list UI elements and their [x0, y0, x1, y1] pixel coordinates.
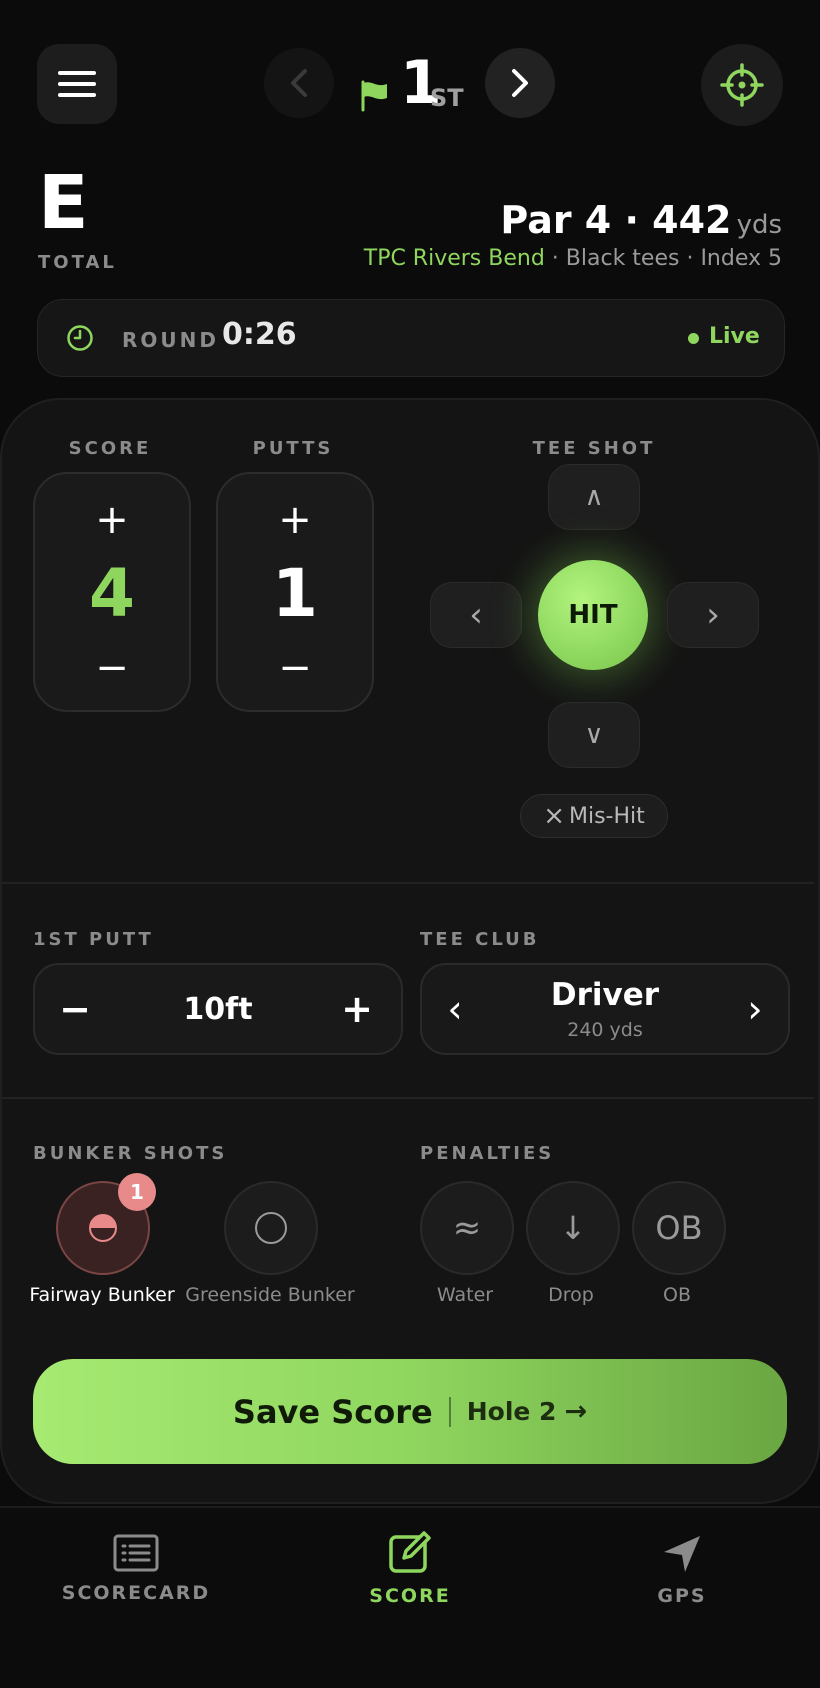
drop-arrow-icon: ↓ [559, 1209, 587, 1247]
putts-decrement-button[interactable]: − [218, 638, 372, 698]
water-penalty-label: Water [436, 1284, 494, 1306]
putts-label: PUTTS [252, 438, 334, 459]
tee-shot-hit-button[interactable]: HIT [538, 560, 648, 670]
tee-shot-long-button[interactable]: ∧ [548, 464, 640, 530]
course-details: · Black tees · Index 5 [544, 246, 782, 271]
nav-item-gps[interactable]: GPS [592, 1530, 772, 1610]
fairway-bunker-icon [89, 1214, 117, 1242]
first-putt-value: 10ft [183, 991, 253, 1027]
nav-item-score[interactable]: SCORE [320, 1530, 500, 1610]
tee-club-label: TEE CLUB [420, 929, 540, 950]
score-value: 4 [89, 554, 135, 632]
next-hole-button[interactable] [485, 48, 555, 118]
first-putt-decrement-button[interactable]: − [45, 965, 105, 1053]
round-time: 0:26 [222, 317, 297, 352]
putts-increment-button[interactable]: + [218, 490, 372, 550]
navigation-arrow-icon [664, 1536, 700, 1572]
fairway-bunker-label: Fairway Bunker [29, 1284, 175, 1306]
score-decrement-button[interactable]: − [35, 638, 189, 698]
first-putt-stepper: − 10ft + [33, 963, 403, 1055]
chevron-left-icon [291, 69, 307, 97]
score-increment-button[interactable]: + [35, 490, 189, 550]
course-info: TPC Rivers Bend · Black tees · Index 5 [364, 246, 782, 271]
score-stepper: + 4 − [33, 472, 191, 712]
clock-icon [67, 325, 93, 351]
nav-item-scorecard[interactable]: SCORECARD [46, 1530, 226, 1610]
putts-value: 1 [272, 554, 318, 632]
drop-penalty-label: Drop [548, 1284, 594, 1306]
tee-shot-short-button[interactable]: ∨ [548, 702, 640, 768]
nav-label-score: SCORE [369, 1585, 451, 1607]
section-divider [2, 882, 814, 884]
close-icon: × [543, 801, 565, 831]
penalties-label: PENALTIES [420, 1143, 555, 1164]
water-icon: ≈ [452, 1208, 482, 1248]
greenside-bunker-button[interactable] [224, 1181, 318, 1275]
edit-icon [389, 1531, 431, 1573]
scorecard-icon [113, 1534, 159, 1572]
yardage-unit: yds [736, 210, 782, 240]
round-label: ROUND [122, 328, 219, 352]
save-divider [448, 1396, 451, 1427]
chevron-right-icon [512, 69, 528, 97]
live-status: Live [709, 324, 760, 349]
save-score-label: Save Score [232, 1392, 433, 1431]
ob-icon: OB [655, 1209, 703, 1247]
bunker-shots-label: BUNKER SHOTS [33, 1143, 228, 1164]
crosshair-icon [720, 63, 764, 107]
first-putt-increment-button[interactable]: + [327, 965, 387, 1053]
fairway-bunker-count-badge: 1 [118, 1173, 156, 1211]
tee-club-selector: ‹ Driver 240 yds › [420, 963, 790, 1055]
hole-par-yardage: Par 4 · 442 yds [500, 198, 782, 242]
section-divider [2, 1097, 814, 1099]
round-timer-bar: ROUND 0:26 Live [37, 299, 785, 377]
score-label: SCORE [68, 438, 152, 459]
flag-icon [361, 80, 387, 112]
par-yardage: Par 4 · 442 [500, 198, 732, 242]
first-putt-label: 1ST PUTT [33, 929, 154, 950]
nav-label-gps: GPS [657, 1585, 707, 1607]
ob-penalty-label: OB [663, 1284, 691, 1306]
mishit-label: Mis-Hit [569, 803, 645, 829]
course-name[interactable]: TPC Rivers Bend [364, 246, 545, 271]
hole-suffix: ST [430, 84, 464, 112]
live-dot [688, 333, 699, 344]
mishit-button[interactable]: × Mis-Hit [520, 794, 668, 838]
tee-shot-label: TEE SHOT [532, 438, 656, 459]
greenside-bunker-icon [255, 1212, 287, 1244]
tee-shot-right-button[interactable]: › [667, 582, 759, 648]
next-hole-label: Hole 2 [466, 1397, 557, 1426]
drop-penalty-button[interactable]: ↓ [526, 1181, 620, 1275]
menu-button[interactable] [37, 44, 117, 124]
tee-club-prev-button[interactable]: ‹ [430, 965, 480, 1053]
water-penalty-button[interactable]: ≈ [420, 1181, 514, 1275]
nav-label-scorecard: SCORECARD [61, 1582, 211, 1604]
locate-button[interactable] [701, 44, 783, 126]
hamburger-icon [58, 71, 96, 97]
putts-stepper: + 1 − [216, 472, 374, 712]
total-label: TOTAL [38, 252, 117, 273]
tee-club-name: Driver [550, 977, 660, 1013]
arrow-right-icon: → [564, 1396, 588, 1427]
tee-club-distance: 240 yds [567, 1019, 643, 1041]
hole-indicator: 1 ST [360, 48, 470, 122]
greenside-bunker-label: Greenside Bunker [185, 1284, 355, 1306]
tee-shot-left-button[interactable]: ‹ [430, 582, 522, 648]
save-score-button[interactable]: Save Score Hole 2 → [33, 1359, 787, 1464]
previous-hole-button[interactable] [264, 48, 334, 118]
total-score: E [38, 160, 89, 246]
ob-penalty-button[interactable]: OB [632, 1181, 726, 1275]
tee-club-next-button[interactable]: › [730, 965, 780, 1053]
